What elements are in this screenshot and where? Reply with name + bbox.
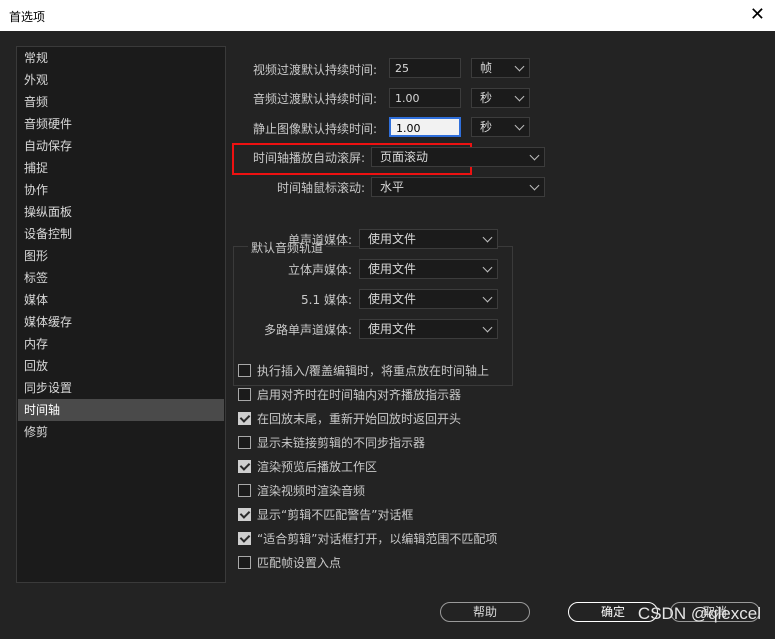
checkbox-label: 在回放末尾，重新开始回放时返回开头 [257, 412, 462, 426]
checkbox-focus-timeline[interactable]: 执行插入/覆盖编辑时，将重点放在时间轴上 [238, 362, 489, 380]
checkbox-render-audio[interactable]: 渲染视频时渲染音频 [238, 482, 365, 500]
sidebar-item-memory[interactable]: 内存 [18, 333, 224, 355]
window-title: 首选项 [9, 10, 46, 24]
sidebar-item-playback[interactable]: 回放 [18, 355, 224, 377]
surround-media-value: 使用文件 [368, 292, 417, 306]
sidebar-item-audio[interactable]: 音频 [18, 91, 224, 113]
checkbox-play-work-area[interactable]: 渲染预览后播放工作区 [238, 458, 377, 476]
sidebar-item-auto-save[interactable]: 自动保存 [18, 135, 224, 157]
watermark: CSDN @qlexcel [637, 604, 761, 623]
sidebar-item-media[interactable]: 媒体 [18, 289, 224, 311]
chevron-down-icon [529, 180, 540, 191]
checkbox-snap-playhead[interactable]: 启用对齐时在时间轴内对齐播放指示器 [238, 386, 461, 404]
checkbox-label: 显示未链接剪辑的不同步指示器 [257, 436, 426, 450]
stereo-media-select[interactable]: 使用文件 [359, 259, 498, 279]
checkbox-checked-icon[interactable] [238, 460, 251, 473]
checkbox-icon[interactable] [238, 436, 251, 449]
surround-media-select[interactable]: 使用文件 [359, 289, 498, 309]
still-image-unit: 秒 [480, 120, 493, 134]
sidebar-item-control-surface[interactable]: 操纵面板 [18, 201, 224, 223]
category-list: 常规 外观 音频 音频硬件 自动保存 捕捉 协作 操纵面板 设备控制 图形 标签… [16, 46, 226, 583]
autoscroll-value: 页面滚动 [380, 150, 429, 164]
checkbox-icon[interactable] [238, 556, 251, 569]
sidebar-item-sync-settings[interactable]: 同步设置 [18, 377, 224, 399]
chevron-down-icon [482, 232, 493, 243]
checkbox-label: 匹配帧设置入点 [257, 556, 342, 570]
video-transition-unit: 帧 [480, 61, 493, 75]
mouse-scroll-value: 水平 [380, 180, 405, 194]
still-image-label: 静止图像默认持续时间: [252, 122, 377, 136]
checkbox-label: 渲染视频时渲染音频 [257, 484, 366, 498]
mono-media-value: 使用文件 [368, 232, 417, 246]
mono-media-select[interactable]: 使用文件 [359, 229, 498, 249]
multi-mono-media-select[interactable]: 使用文件 [359, 319, 498, 339]
checkbox-label: 启用对齐时在时间轴内对齐播放指示器 [257, 388, 462, 402]
checkbox-checked-icon[interactable] [238, 412, 251, 425]
audio-transition-label: 音频过渡默认持续时间: [252, 92, 377, 106]
stereo-media-value: 使用文件 [368, 262, 417, 276]
video-transition-unit-select[interactable]: 帧 [471, 58, 530, 78]
chevron-down-icon [514, 120, 525, 131]
checkbox-return-to-start[interactable]: 在回放末尾，重新开始回放时返回开头 [238, 410, 461, 428]
still-image-input[interactable]: 1.00 [389, 117, 461, 137]
sidebar-item-graphics[interactable]: 图形 [18, 245, 224, 267]
sidebar-item-general[interactable]: 常规 [18, 47, 224, 69]
chevron-down-icon [514, 91, 525, 102]
multi-mono-media-value: 使用文件 [368, 322, 417, 336]
help-button[interactable]: 帮助 [440, 602, 530, 622]
checkbox-checked-icon[interactable] [238, 532, 251, 545]
sidebar-item-capture[interactable]: 捕捉 [18, 157, 224, 179]
checkbox-label: 执行插入/覆盖编辑时，将重点放在时间轴上 [257, 364, 490, 378]
autoscroll-label: 时间轴播放自动滚屏: [252, 151, 365, 165]
checkbox-out-of-sync[interactable]: 显示未链接剪辑的不同步指示器 [238, 434, 425, 452]
checkbox-clip-mismatch[interactable]: 显示“剪辑不匹配警告”对话框 [238, 506, 413, 524]
close-icon[interactable]: ✕ [750, 4, 765, 25]
checkbox-icon[interactable] [238, 364, 251, 377]
chevron-down-icon [482, 322, 493, 333]
surround-media-label: 5.1 媒体: [301, 293, 352, 307]
sidebar-item-appearance[interactable]: 外观 [18, 69, 224, 91]
autoscroll-select[interactable]: 页面滚动 [371, 147, 545, 167]
video-transition-input[interactable]: 25 [389, 58, 461, 78]
checkbox-label: 渲染预览后播放工作区 [257, 460, 378, 474]
sidebar-item-device-control[interactable]: 设备控制 [18, 223, 224, 245]
chevron-down-icon [482, 292, 493, 303]
still-image-unit-select[interactable]: 秒 [471, 117, 530, 137]
checkbox-fit-clip[interactable]: “适合剪辑”对话框打开，以编辑范围不匹配项 [238, 530, 497, 548]
sidebar-item-trim[interactable]: 修剪 [18, 421, 224, 443]
audio-transition-unit: 秒 [480, 91, 493, 105]
audio-transition-input[interactable]: 1.00 [389, 88, 461, 108]
checkbox-icon[interactable] [238, 388, 251, 401]
title-bar: 首选项 ✕ [0, 0, 775, 32]
sidebar-item-collaboration[interactable]: 协作 [18, 179, 224, 201]
stereo-media-label: 立体声媒体: [287, 263, 352, 277]
chevron-down-icon [514, 61, 525, 72]
checkbox-match-frame-in[interactable]: 匹配帧设置入点 [238, 554, 341, 572]
mono-media-label: 单声道媒体: [287, 233, 352, 247]
video-transition-label: 视频过渡默认持续时间: [252, 63, 377, 77]
preferences-dialog: 常规 外观 音频 音频硬件 自动保存 捕捉 协作 操纵面板 设备控制 图形 标签… [0, 31, 775, 639]
checkbox-checked-icon[interactable] [238, 508, 251, 521]
sidebar-item-labels[interactable]: 标签 [18, 267, 224, 289]
sidebar-item-audio-hardware[interactable]: 音频硬件 [18, 113, 224, 135]
mouse-scroll-select[interactable]: 水平 [371, 177, 545, 197]
checkbox-label: “适合剪辑”对话框打开，以编辑范围不匹配项 [257, 532, 498, 546]
chevron-down-icon [482, 262, 493, 273]
checkbox-icon[interactable] [238, 484, 251, 497]
audio-transition-unit-select[interactable]: 秒 [471, 88, 530, 108]
sidebar-item-timeline[interactable]: 时间轴 [18, 399, 224, 421]
checkbox-label: 显示“剪辑不匹配警告”对话框 [257, 508, 414, 522]
mouse-scroll-label: 时间轴鼠标滚动: [276, 181, 365, 195]
multi-mono-media-label: 多路单声道媒体: [263, 323, 352, 337]
chevron-down-icon [529, 150, 540, 161]
sidebar-item-media-cache[interactable]: 媒体缓存 [18, 311, 224, 333]
